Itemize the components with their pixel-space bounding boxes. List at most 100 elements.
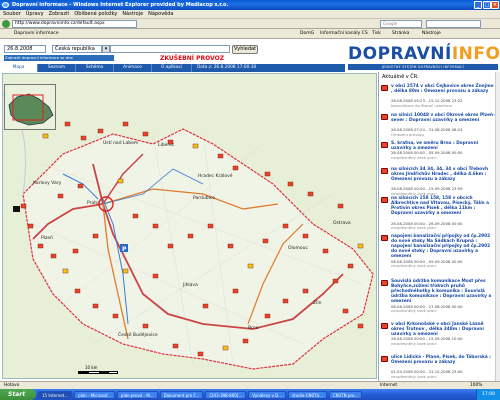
- news-title-link[interactable]: ulice Lidická - Plané, Písek, do Táborsk…: [391, 355, 495, 365]
- event-marker[interactable]: [20, 203, 27, 209]
- event-marker[interactable]: [232, 288, 239, 294]
- event-marker[interactable]: [242, 338, 249, 344]
- location-input[interactable]: [110, 45, 230, 53]
- event-marker[interactable]: [112, 313, 119, 319]
- news-title-link[interactable]: v obci 2574 v obci Čejkovice okres Znojm…: [391, 84, 495, 94]
- tab-animace[interactable]: Animace: [114, 64, 152, 72]
- event-marker[interactable]: [347, 263, 354, 269]
- menu-favorites[interactable]: Oblíbené položky: [74, 10, 117, 18]
- event-marker[interactable]: [192, 143, 199, 149]
- toolbar-page[interactable]: Stránka: [392, 29, 409, 39]
- event-marker[interactable]: [282, 298, 289, 304]
- news-title-link[interactable]: v obci Krkonošské v obci Janské Lázně ok…: [391, 322, 495, 337]
- event-marker[interactable]: [37, 243, 44, 249]
- camera-icon[interactable]: [13, 206, 20, 212]
- event-marker[interactable]: [197, 351, 204, 357]
- minimize-button[interactable]: _: [474, 1, 482, 9]
- event-marker[interactable]: [27, 223, 34, 229]
- task-item[interactable]: plán-prová - M...: [116, 390, 158, 399]
- tab-mapa[interactable]: Mapa: [0, 64, 38, 72]
- event-marker[interactable]: [122, 121, 129, 127]
- event-marker[interactable]: [50, 253, 57, 259]
- event-marker[interactable]: [72, 248, 79, 254]
- event-marker[interactable]: [132, 213, 139, 219]
- event-marker[interactable]: [92, 303, 99, 309]
- event-marker[interactable]: [264, 313, 271, 319]
- event-marker[interactable]: [62, 268, 69, 274]
- event-marker[interactable]: [357, 323, 364, 329]
- task-item[interactable]: Dokument pro č...: [159, 390, 204, 399]
- date-input[interactable]: 26.8.2008: [4, 45, 46, 53]
- region-select[interactable]: Česká republika: [52, 45, 102, 53]
- event-marker[interactable]: [307, 191, 314, 197]
- live-search-input[interactable]: [426, 20, 481, 28]
- maximize-button[interactable]: □: [483, 1, 491, 9]
- event-marker[interactable]: [222, 345, 229, 351]
- event-marker[interactable]: [57, 193, 64, 199]
- event-marker[interactable]: [142, 323, 149, 329]
- event-marker[interactable]: [332, 278, 339, 284]
- news-title-link[interactable]: na silnicích 34 34, 34, 34 v obci Třebov…: [391, 167, 495, 182]
- event-marker[interactable]: [64, 121, 71, 127]
- event-marker[interactable]: [92, 233, 99, 239]
- overview-inset[interactable]: [4, 84, 56, 130]
- event-marker[interactable]: [77, 183, 84, 189]
- task-item[interactable]: plán - Microsof...: [74, 390, 115, 399]
- event-marker[interactable]: [357, 243, 364, 249]
- event-marker[interactable]: [172, 343, 179, 349]
- event-marker[interactable]: [302, 233, 309, 239]
- event-marker[interactable]: [187, 233, 194, 239]
- news-title-link[interactable]: Souvislá údržba komunikace Most přes Boh…: [391, 279, 495, 304]
- news-title-link[interactable]: na silnici 10048 v obci Okrové okres Plz…: [391, 113, 495, 123]
- event-marker[interactable]: [142, 131, 149, 137]
- event-marker[interactable]: [302, 288, 309, 294]
- event-marker[interactable]: [342, 308, 349, 314]
- toolbar-print[interactable]: Tisk: [372, 29, 381, 39]
- map-canvas[interactable]: Praha Liberec Hradec Králové Pardubice Ú…: [3, 74, 377, 379]
- event-marker[interactable]: [152, 223, 159, 229]
- tab-o-aplikaci[interactable]: O aplikaci: [152, 64, 192, 72]
- event-marker[interactable]: [74, 288, 81, 294]
- traffic-map[interactable]: Praha Liberec Hradec Králové Pardubice Ú…: [2, 73, 377, 379]
- event-marker[interactable]: [322, 248, 329, 254]
- event-marker[interactable]: [207, 223, 214, 229]
- toolbar-domg[interactable]: DomG: [300, 29, 314, 39]
- chevron-down-icon[interactable]: ▾: [102, 45, 110, 53]
- event-marker[interactable]: [282, 223, 289, 229]
- menu-file[interactable]: Soubor: [3, 10, 21, 18]
- event-marker[interactable]: [287, 181, 294, 187]
- event-marker[interactable]: [152, 273, 159, 279]
- address-input[interactable]: http://www.dopravniinfo.cz/default.aspx: [12, 20, 137, 28]
- menu-edit[interactable]: Úpravy: [26, 10, 44, 18]
- news-title-link[interactable]: na silnicích 158 158, 158 v obcích Albre…: [391, 196, 495, 216]
- task-item[interactable]: CN3TN pro...: [328, 390, 363, 399]
- event-marker[interactable]: [122, 268, 129, 274]
- task-item[interactable]: Vynálezy v D...: [248, 390, 287, 399]
- event-marker[interactable]: [42, 133, 49, 139]
- event-marker[interactable]: [337, 203, 344, 209]
- sidebar-scrollbar[interactable]: [495, 72, 500, 381]
- menu-tools[interactable]: Nástroje: [122, 10, 143, 18]
- event-marker[interactable]: [217, 153, 224, 159]
- task-item[interactable]: 15 Internet...: [38, 390, 73, 399]
- event-marker[interactable]: [202, 303, 209, 309]
- menu-view[interactable]: Zobrazit: [49, 10, 70, 18]
- event-marker[interactable]: [247, 263, 254, 269]
- event-marker[interactable]: [167, 243, 174, 249]
- toolbar-tools[interactable]: Nástroje: [422, 29, 441, 39]
- close-button[interactable]: ×: [491, 1, 499, 9]
- event-marker[interactable]: [262, 238, 269, 244]
- site-logo[interactable]: DOPRAVNÍINFO: [348, 44, 500, 64]
- event-marker[interactable]: [232, 165, 239, 171]
- start-button[interactable]: Start: [0, 389, 36, 400]
- tab-seznam[interactable]: Seznam: [38, 64, 76, 72]
- tab-schema[interactable]: Schéma: [76, 64, 114, 72]
- event-marker[interactable]: [80, 135, 87, 141]
- task-item[interactable]: studie-CN0T4...: [288, 390, 327, 399]
- search-button[interactable]: Vyhledat: [232, 45, 258, 54]
- event-marker[interactable]: [167, 139, 174, 145]
- menu-help[interactable]: Nápověda: [148, 10, 173, 18]
- event-marker[interactable]: [264, 171, 271, 177]
- task-item[interactable]: [243-398-800]...: [205, 390, 247, 399]
- google-search-input[interactable]: Google: [380, 20, 422, 28]
